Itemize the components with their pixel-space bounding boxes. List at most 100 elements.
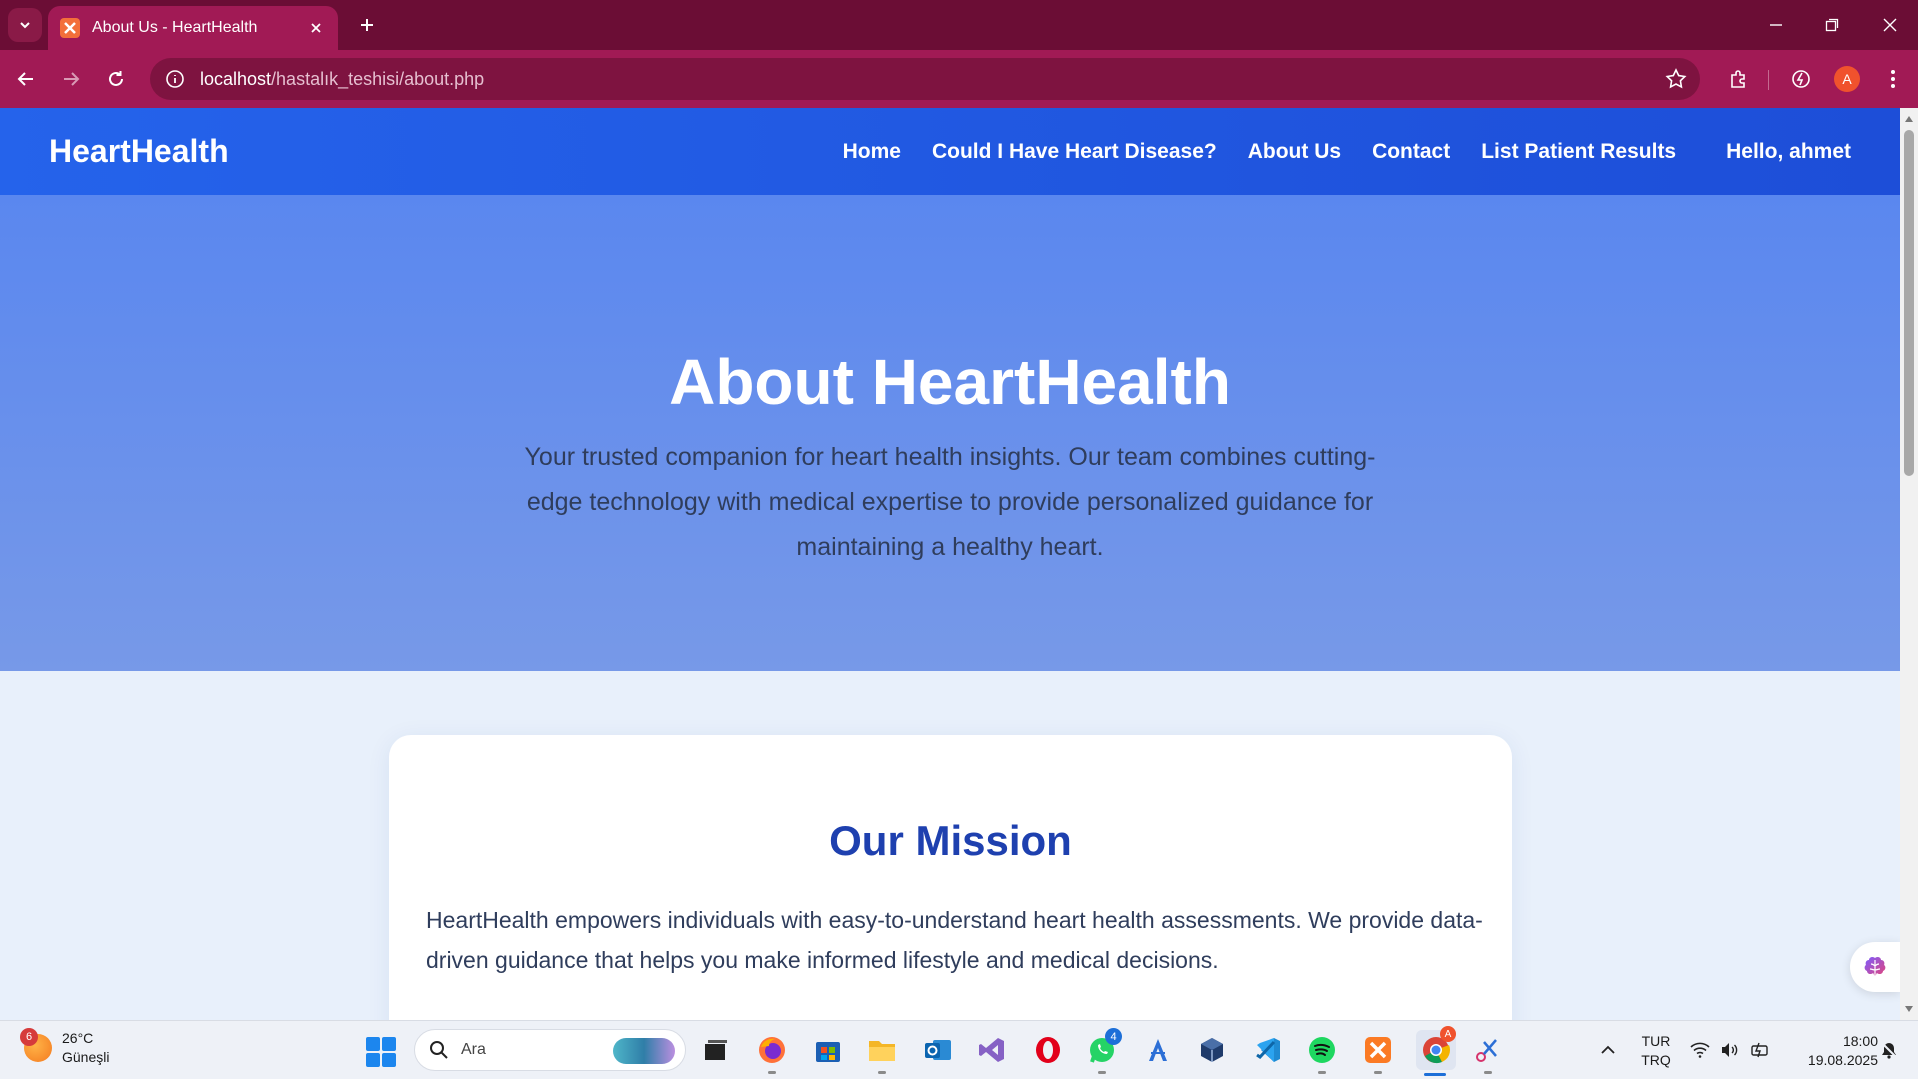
close-icon xyxy=(1883,18,1897,32)
vscode-icon[interactable] xyxy=(1252,1034,1284,1066)
browser-tab-strip: About Us - HeartHealth xyxy=(0,0,1918,50)
language-line-1: TUR xyxy=(1641,1033,1671,1049)
snipping-running-indicator xyxy=(1484,1071,1492,1074)
arrow-right-icon xyxy=(64,72,80,86)
spotify-running-indicator xyxy=(1318,1071,1326,1074)
nav-link-patient-results[interactable]: List Patient Results xyxy=(1481,140,1676,164)
site-navbar: HeartHealth Home Could I Have Heart Dise… xyxy=(0,108,1900,195)
weather-condition: Güneşli xyxy=(62,1049,110,1065)
chevron-down-icon xyxy=(20,22,30,29)
site-info-icon[interactable] xyxy=(164,68,186,90)
xampp-favicon-icon xyxy=(60,18,80,38)
whatsapp-icon[interactable]: 4 xyxy=(1086,1028,1122,1066)
snipping-tool-icon[interactable] xyxy=(1472,1034,1504,1066)
restore-button[interactable] xyxy=(1812,8,1852,42)
puzzle-icon xyxy=(1731,70,1745,88)
battery-charging-icon[interactable] xyxy=(1748,1034,1772,1066)
scroll-up-icon[interactable] xyxy=(1904,114,1914,124)
input-language-indicator[interactable]: TUR TRQ xyxy=(1636,1032,1676,1070)
close-window-button[interactable] xyxy=(1870,8,1910,42)
visual-studio-icon[interactable] xyxy=(976,1034,1008,1066)
tab-close-icon[interactable] xyxy=(306,18,326,38)
taskbar-search[interactable]: Ara xyxy=(414,1029,686,1071)
mission-title: Our Mission xyxy=(829,817,1072,864)
brain-icon xyxy=(1864,956,1886,976)
clock-time: 18:00 xyxy=(1842,1033,1878,1049)
tray-overflow-chevron-icon[interactable] xyxy=(1592,1034,1624,1066)
taskbar-clock[interactable]: 18:00 19.08.2025 xyxy=(1788,1032,1878,1070)
whatsapp-badge: 4 xyxy=(1105,1028,1122,1045)
outlook-icon[interactable] xyxy=(922,1034,954,1066)
spotify-icon[interactable] xyxy=(1306,1034,1338,1066)
explorer-running-indicator xyxy=(878,1071,886,1074)
nav-links: Home Could I Have Heart Disease? About U… xyxy=(812,140,1851,164)
microsoft-store-icon[interactable] xyxy=(812,1034,844,1066)
scroll-down-icon[interactable] xyxy=(1904,1004,1914,1014)
clock-date: 19.08.2025 xyxy=(1807,1052,1878,1068)
arrow-left-icon xyxy=(17,72,33,86)
whatsapp-running-indicator xyxy=(1098,1071,1106,1074)
chrome-active-indicator xyxy=(1424,1073,1446,1076)
address-bar[interactable]: localhost/hastalık_teshisi/about.php xyxy=(150,58,1700,100)
tab-title: About Us - HeartHealth xyxy=(92,19,258,36)
xampp-icon[interactable] xyxy=(1362,1034,1394,1066)
language-line-2: TRQ xyxy=(1641,1052,1671,1068)
weather-badge: 6 xyxy=(20,1028,38,1046)
firefox-running-indicator xyxy=(768,1071,776,1074)
file-explorer-icon[interactable] xyxy=(866,1034,898,1066)
plus-icon xyxy=(361,19,373,31)
virtualbox-icon[interactable] xyxy=(1196,1034,1228,1066)
notification-bell-icon[interactable] xyxy=(1876,1034,1902,1066)
volume-icon[interactable] xyxy=(1718,1034,1742,1066)
url-path: /hastalık_teshisi/about.php xyxy=(271,68,485,89)
search-placeholder: Ara xyxy=(461,1041,486,1058)
bookmark-star-icon[interactable] xyxy=(1664,67,1688,91)
extensions-button[interactable] xyxy=(1722,62,1756,96)
reload-button[interactable] xyxy=(99,62,133,96)
minimize-button[interactable] xyxy=(1756,8,1796,42)
task-view-icon[interactable] xyxy=(700,1034,732,1066)
hero-description: Your trusted companion for heart health … xyxy=(524,443,1376,561)
search-highlight-art xyxy=(613,1038,675,1064)
browser-toolbar: localhost/hastalık_teshisi/about.php A xyxy=(0,50,1918,108)
nav-link-home[interactable]: Home xyxy=(843,140,901,164)
windows-start-icon[interactable] xyxy=(366,1037,396,1067)
kebab-menu-icon xyxy=(1891,70,1895,88)
chrome-icon[interactable]: A xyxy=(1416,1026,1456,1070)
pen-app-icon[interactable] xyxy=(1142,1034,1174,1066)
mission-card: Our Mission HeartHealth empowers individ… xyxy=(389,735,1512,1020)
weather-widget[interactable]: 6 26°C Güneşli xyxy=(20,1028,110,1067)
nav-link-contact[interactable]: Contact xyxy=(1372,140,1450,164)
page-viewport: HeartHealth Home Could I Have Heart Dise… xyxy=(0,108,1900,1020)
browser-menu-button[interactable] xyxy=(1876,62,1910,96)
site-brand[interactable]: HeartHealth xyxy=(49,133,229,170)
forward-button[interactable] xyxy=(54,62,88,96)
minimize-icon xyxy=(1770,24,1782,26)
chrome-profile-badge: A xyxy=(1440,1026,1456,1042)
nav-link-about[interactable]: About Us xyxy=(1248,140,1341,164)
firefox-icon[interactable] xyxy=(756,1034,788,1066)
toolbar-divider xyxy=(1768,70,1769,90)
reload-icon xyxy=(109,71,123,86)
opera-icon[interactable] xyxy=(1032,1034,1064,1066)
nav-link-heart-disease-test[interactable]: Could I Have Heart Disease? xyxy=(932,140,1217,164)
active-tab[interactable]: About Us - HeartHealth xyxy=(48,6,338,50)
scroll-thumb[interactable] xyxy=(1904,130,1914,476)
hero-section: About HeartHealth Your trusted companion… xyxy=(0,195,1900,671)
new-tab-button[interactable] xyxy=(352,10,382,40)
assistant-floating-button[interactable] xyxy=(1850,942,1900,992)
performance-button[interactable] xyxy=(1784,62,1818,96)
wifi-icon[interactable] xyxy=(1688,1034,1712,1066)
xampp-running-indicator xyxy=(1374,1071,1382,1074)
back-button[interactable] xyxy=(9,62,43,96)
restore-icon xyxy=(1825,18,1839,32)
user-greeting[interactable]: Hello, ahmet xyxy=(1726,140,1851,164)
weather-temperature: 26°C xyxy=(62,1030,94,1046)
mission-body: HeartHealth empowers individuals with ea… xyxy=(426,907,1483,973)
hero-title: About HeartHealth xyxy=(669,346,1231,418)
tab-search-button[interactable] xyxy=(8,8,42,42)
page-scrollbar[interactable] xyxy=(1900,108,1918,1020)
windows-taskbar: 6 26°C Güneşli Ara 4 A TUR TRQ 18:00 19.… xyxy=(0,1020,1918,1079)
profile-avatar[interactable]: A xyxy=(1834,66,1860,92)
url-host: localhost xyxy=(200,68,272,89)
